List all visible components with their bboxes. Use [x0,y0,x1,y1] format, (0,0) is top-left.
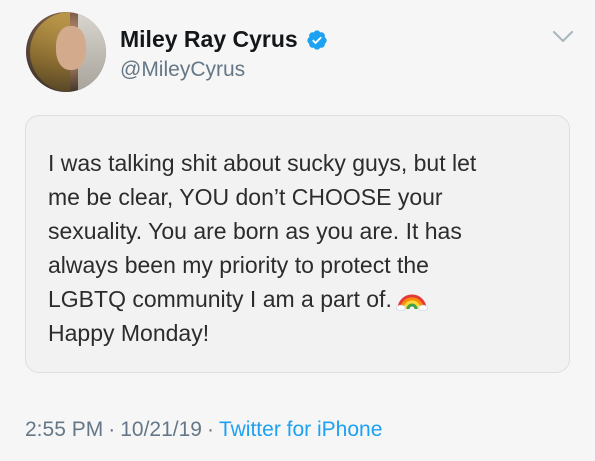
tweet-text-line: I was talking shit about sucky guys, but… [48,150,477,176]
tweet-date[interactable]: 10/21/19 [120,418,202,441]
tweet-text-card: I was talking shit about sucky guys, but… [25,115,570,373]
tweet-text-line-with-emoji: LGBTQ community I am a part of. [48,282,545,316]
tweet-text-line: Happy Monday! [48,320,210,346]
tweet-text-line: LGBTQ community I am a part of. [48,286,392,312]
chevron-down-icon[interactable] [552,30,574,44]
avatar[interactable] [26,12,106,92]
tweet-source-link[interactable]: Twitter for iPhone [219,418,382,441]
meta-separator: · [108,418,116,441]
tweet-text-line: sexuality. You are born as you are. It h… [48,218,462,244]
user-handle[interactable]: @MileyCyrus [120,58,245,82]
tweet-time[interactable]: 2:55 PM [25,418,103,441]
avatar-face [56,26,86,70]
tweet-meta: 2:55 PM · 10/21/19 · Twitter for iPhone [25,418,382,442]
rainbow-emoji [395,294,428,311]
verified-badge-icon [307,29,327,50]
meta-separator: · [206,418,214,441]
author-name-row: Miley Ray Cyrus [120,26,328,53]
display-name[interactable]: Miley Ray Cyrus [120,26,298,53]
tweet-text-line: always been my priority to protect the [48,252,429,278]
tweet-text-line: me be clear, YOU don’t CHOOSE your [48,184,443,210]
